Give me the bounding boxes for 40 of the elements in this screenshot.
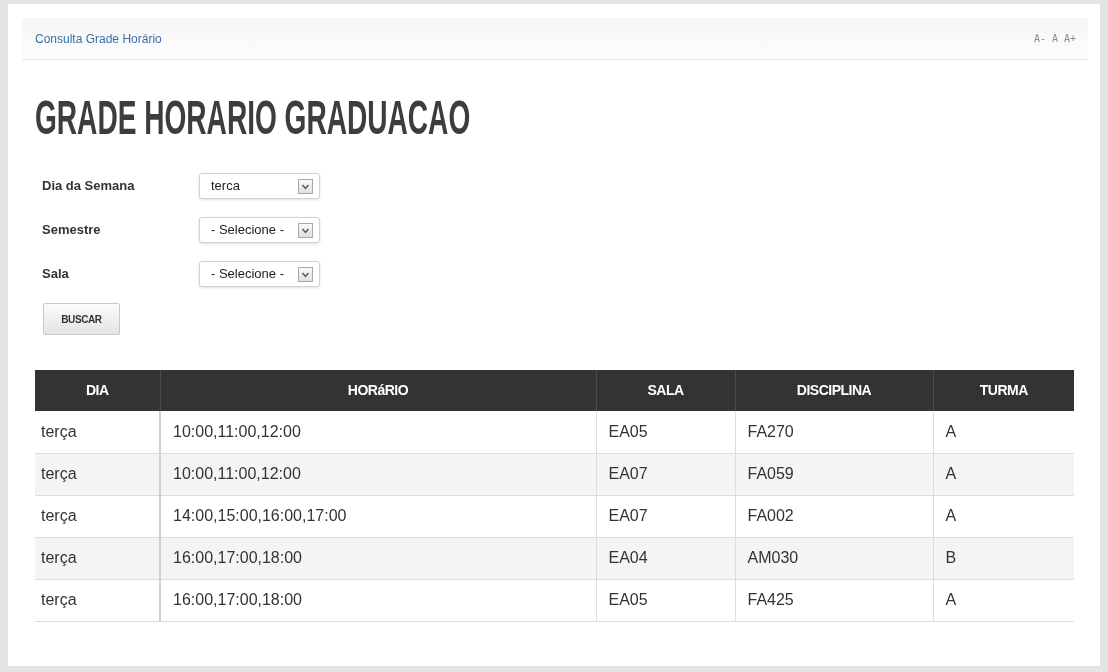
table-cell: 10:00,11:00,12:00	[160, 411, 596, 453]
column-header: DISCIPLINA	[735, 370, 933, 411]
table-cell: 16:00,17:00,18:00	[160, 579, 596, 621]
page-title: GRADE HORARIO GRADUACAO	[35, 94, 471, 142]
table-cell: EA05	[596, 579, 735, 621]
table-cell: A	[933, 579, 1074, 621]
table-cell: 14:00,15:00,16:00,17:00	[160, 495, 596, 537]
table-cell: B	[933, 537, 1074, 579]
table-cell: 10:00,11:00,12:00	[160, 453, 596, 495]
table-cell: EA07	[596, 453, 735, 495]
dropdown[interactable]: terca	[199, 173, 320, 199]
column-header: HORáRIO	[160, 370, 596, 411]
breadcrumb-link[interactable]: Consulta Grade Horário	[35, 29, 162, 48]
caret-icon	[298, 222, 313, 238]
form-label: Sala	[42, 265, 70, 284]
table-cell: FA002	[735, 495, 933, 537]
table-cell: A	[933, 453, 1074, 495]
table-cell: EA07	[596, 495, 735, 537]
table-cell: EA04	[596, 537, 735, 579]
table-cell: terça	[35, 453, 160, 495]
form-label: Semestre	[42, 221, 102, 240]
table-cell: FA425	[735, 579, 933, 621]
table-cell: 16:00,17:00,18:00	[160, 537, 596, 579]
column-header: DIA	[35, 370, 160, 411]
column-header: TURMA	[933, 370, 1074, 411]
table-cell: terça	[35, 579, 160, 621]
caret-icon	[298, 266, 313, 282]
dropdown[interactable]: - Selecione -	[199, 261, 320, 287]
form-label: Dia da Semana	[42, 177, 136, 196]
table-cell: FA270	[735, 411, 933, 453]
dropdown[interactable]: - Selecione -	[199, 217, 320, 243]
column-header: SALA	[596, 370, 735, 411]
table-cell: FA059	[735, 453, 933, 495]
table-cell: A	[933, 411, 1074, 453]
table-cell: terça	[35, 537, 160, 579]
caret-icon	[298, 178, 313, 194]
search-button[interactable]: BUSCAR	[43, 303, 120, 335]
table-cell: A	[933, 495, 1074, 537]
table-cell: EA05	[596, 411, 735, 453]
table-cell: AM030	[735, 537, 933, 579]
